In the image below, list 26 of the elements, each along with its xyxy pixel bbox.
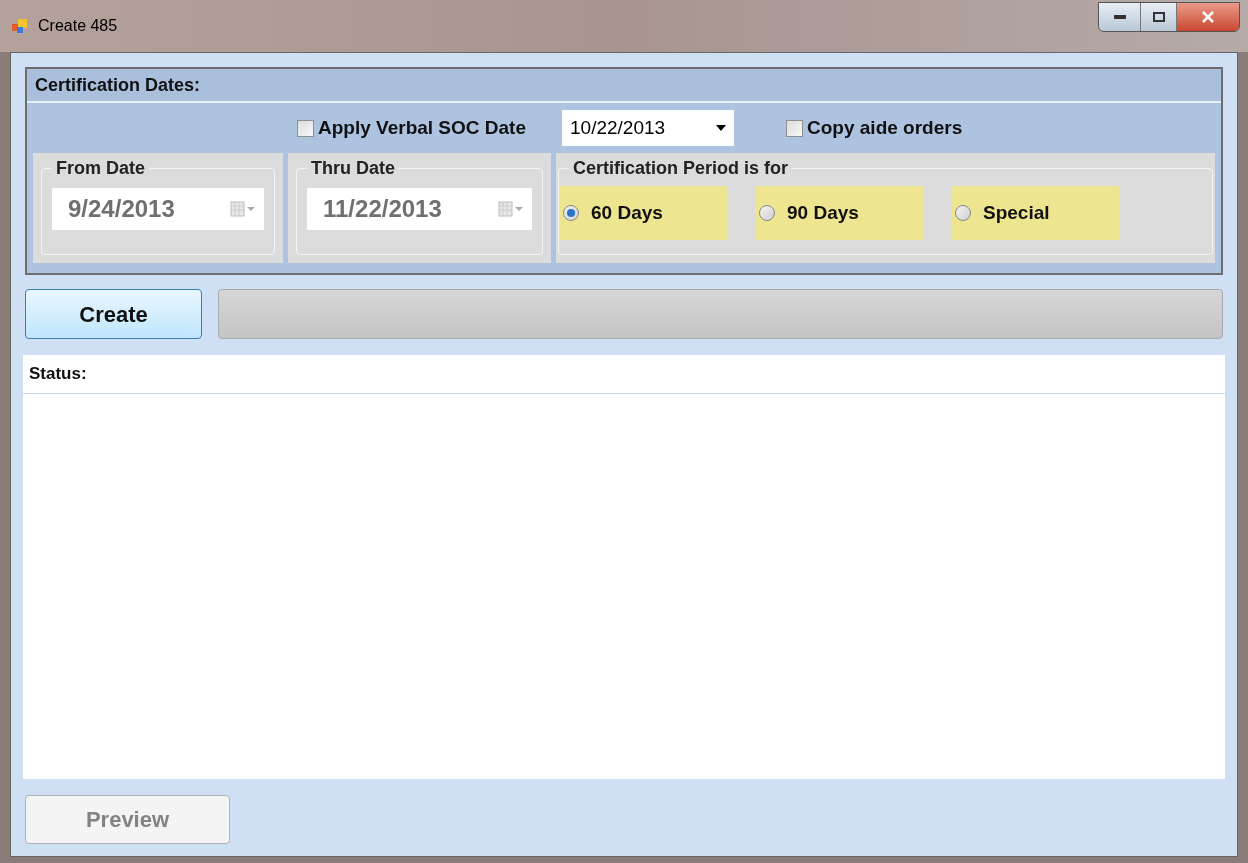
radio-option[interactable]: Special bbox=[951, 186, 1119, 240]
calendar-dropdown-icon bbox=[498, 201, 524, 217]
dropdown-caret-icon bbox=[716, 125, 726, 131]
create-button[interactable]: Create bbox=[25, 289, 202, 339]
group-label: Thru Date bbox=[310, 157, 396, 180]
group-label: From Date bbox=[55, 157, 146, 180]
close-icon bbox=[1201, 11, 1215, 23]
minimize-icon bbox=[1113, 15, 1126, 19]
minimize-button[interactable] bbox=[1099, 3, 1141, 31]
checkbox[interactable]: Copy aide orders bbox=[786, 113, 963, 143]
checkbox[interactable]: Apply Verbal SOC Date bbox=[297, 113, 526, 143]
radio-button[interactable] bbox=[955, 205, 971, 221]
radio-button[interactable] bbox=[759, 205, 775, 221]
status-label: Status: bbox=[29, 363, 87, 386]
close-button[interactable] bbox=[1177, 3, 1239, 31]
radio-option[interactable]: 60 Days bbox=[559, 186, 727, 240]
app-icon bbox=[12, 18, 28, 34]
group-label: Certification Period is for bbox=[572, 157, 790, 180]
calendar-dropdown-icon bbox=[230, 201, 256, 217]
section-title: Certification Dates: bbox=[35, 73, 201, 97]
maximize-icon bbox=[1152, 12, 1165, 22]
maximize-button[interactable] bbox=[1141, 3, 1177, 31]
radio-option[interactable]: 90 Days bbox=[755, 186, 923, 240]
date-dropdown[interactable]: 10/22/2013 bbox=[562, 110, 734, 146]
window-title: Create 485 bbox=[38, 16, 118, 36]
radio-button[interactable] bbox=[563, 205, 579, 221]
